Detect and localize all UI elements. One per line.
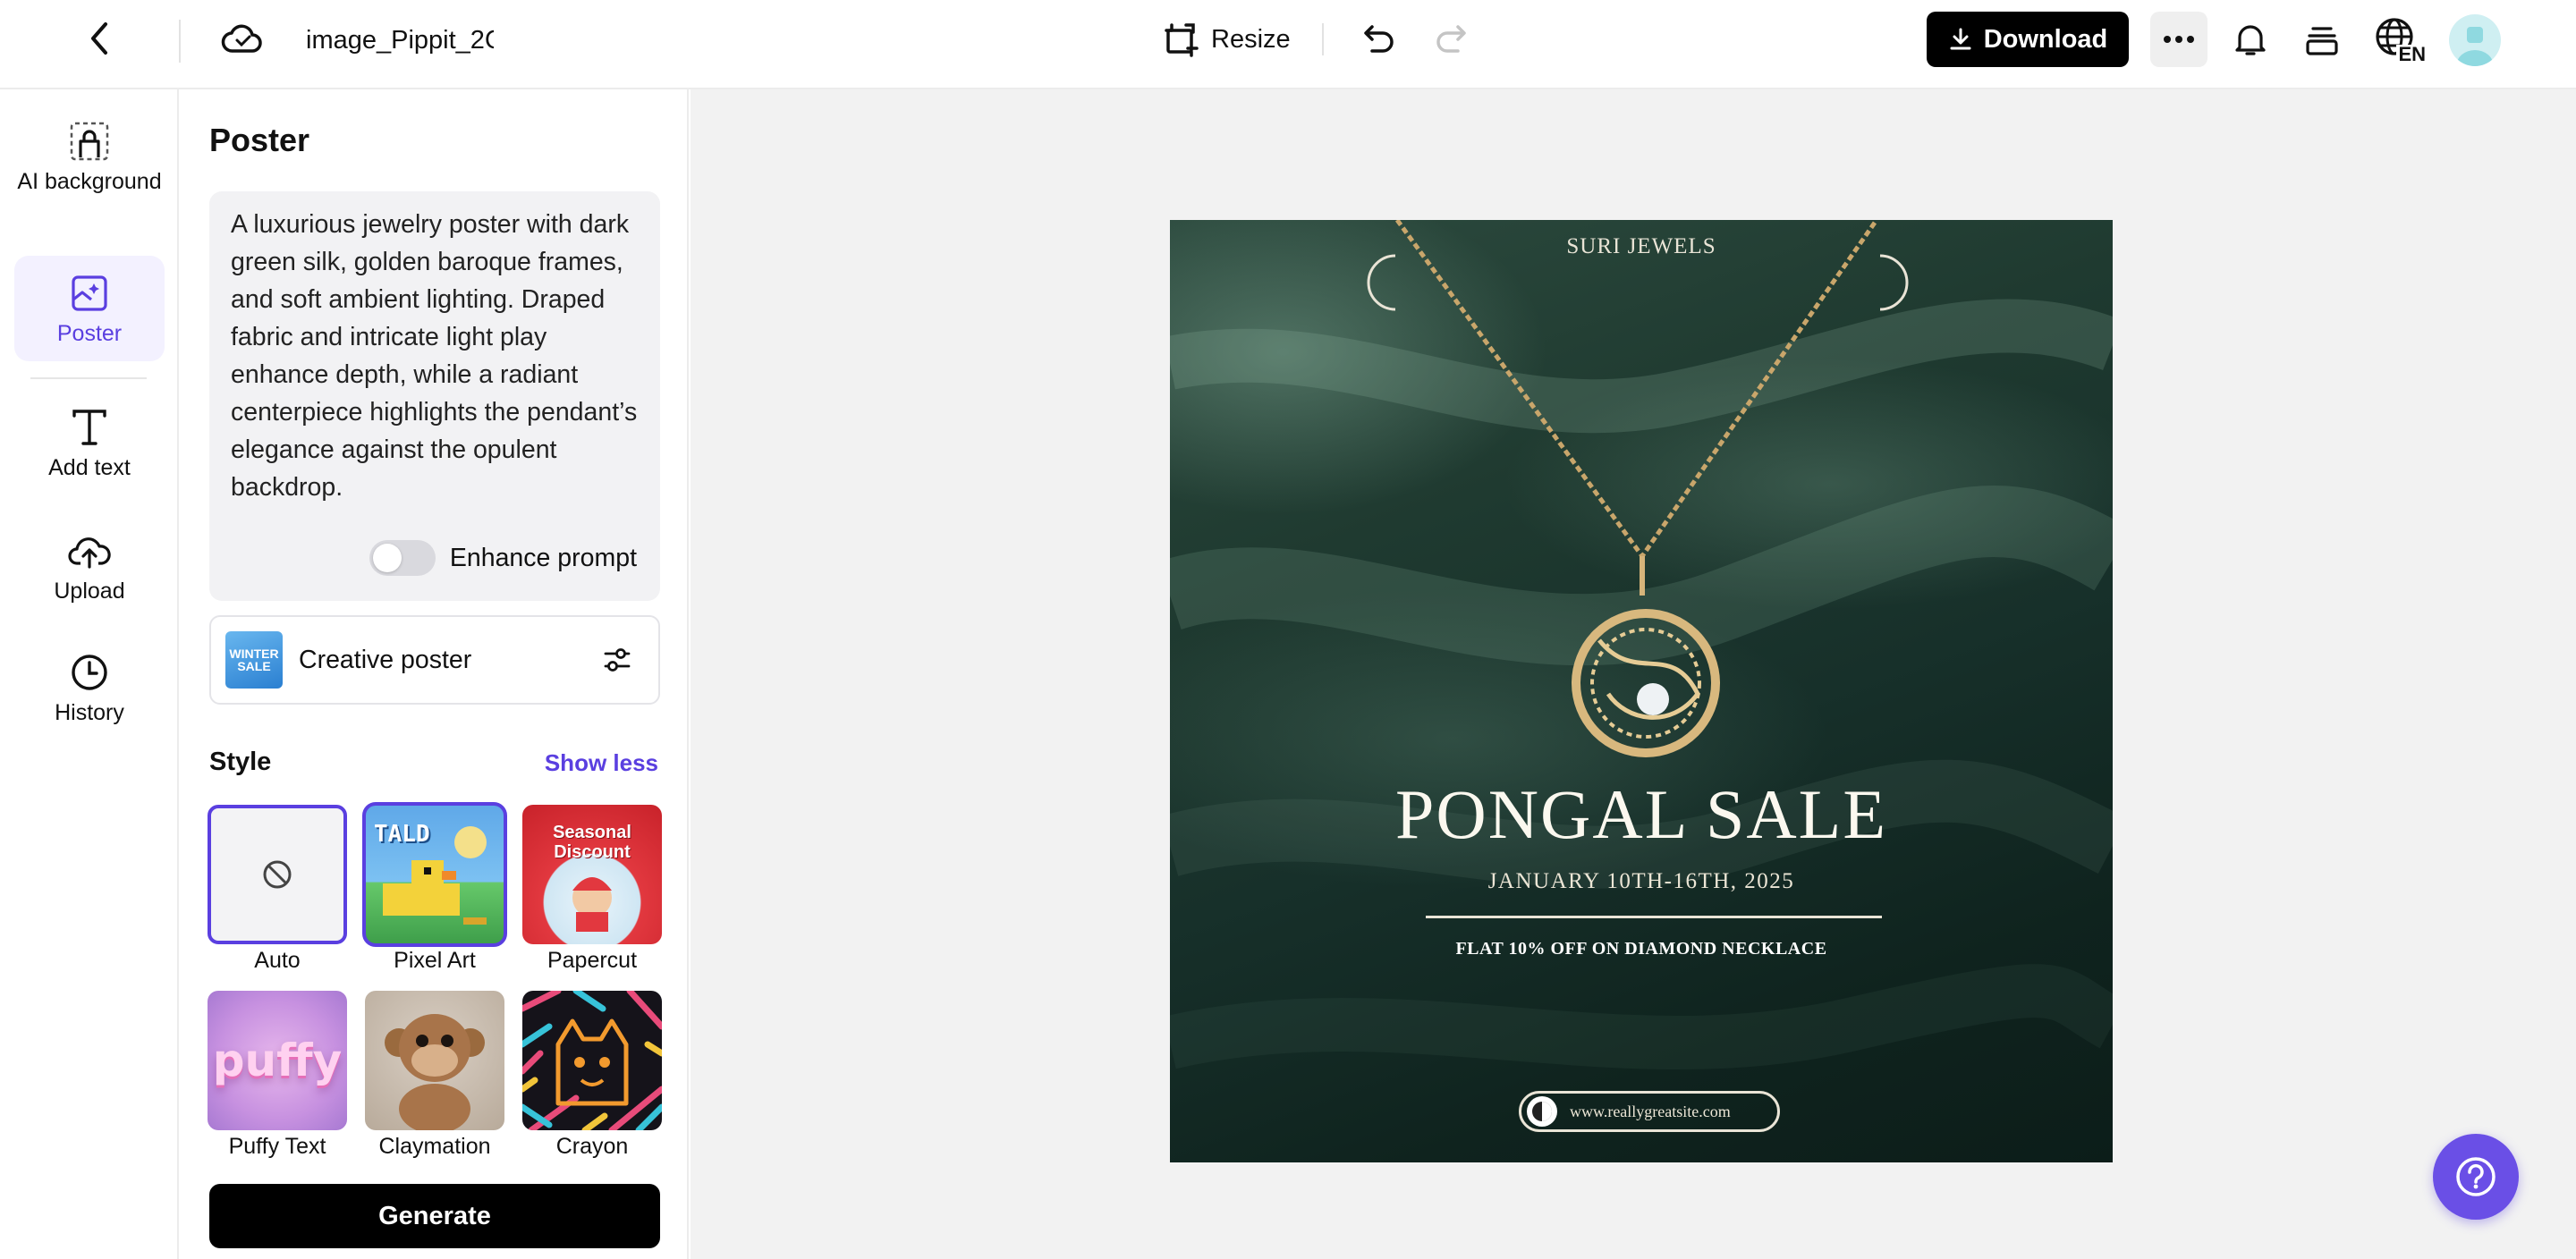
chevron-left-icon bbox=[91, 22, 107, 55]
clay-monkey-illustration bbox=[385, 1014, 485, 1130]
poster-url-pill: www.reallygreatsite.com bbox=[1519, 1091, 1780, 1132]
document-title[interactable]: image_Pippit_2C bbox=[306, 20, 494, 61]
style-thumbnail: Seasonal Discount bbox=[522, 805, 662, 944]
style-label: Pixel Art bbox=[394, 948, 476, 973]
creative-poster-thumbnail: WINTER SALE bbox=[225, 631, 283, 689]
puffy-thumb-text: puffy bbox=[212, 1035, 343, 1086]
panel-title: Poster bbox=[209, 122, 310, 158]
style-section-title: Style bbox=[209, 748, 272, 776]
style-thumbnail bbox=[522, 991, 662, 1130]
poster-type-selector[interactable]: WINTER SALE Creative poster bbox=[209, 615, 660, 705]
style-thumbnail: puffy bbox=[208, 991, 347, 1130]
help-button[interactable] bbox=[2433, 1134, 2519, 1220]
cloud-sync-button[interactable] bbox=[215, 16, 268, 61]
ai-background-icon bbox=[66, 118, 113, 165]
style-option-auto[interactable]: Auto bbox=[208, 805, 347, 974]
cloud-sync-icon bbox=[221, 24, 262, 53]
necklace-image bbox=[1367, 220, 1909, 757]
sidebar-item-poster[interactable]: Poster bbox=[14, 256, 165, 361]
toolbar-divider bbox=[1322, 23, 1324, 55]
more-options-button[interactable] bbox=[2150, 12, 2207, 67]
enhance-prompt-row: Enhance prompt bbox=[369, 540, 637, 576]
left-rail: AI background Poster Add text Upload His… bbox=[0, 89, 179, 1259]
sidebar-item-add-text[interactable]: Add text bbox=[14, 404, 165, 494]
question-mark-icon bbox=[2456, 1157, 2496, 1196]
language-button[interactable]: EN bbox=[2368, 14, 2431, 64]
download-button[interactable]: Download bbox=[1927, 12, 2129, 67]
prompt-textarea[interactable]: A luxurious jewelry poster with dark gre… bbox=[209, 191, 660, 601]
style-option-puffy-text[interactable]: puffy Puffy Text bbox=[208, 991, 347, 1160]
poster-brand: SURI JEWELS bbox=[1566, 234, 1716, 258]
undo-button[interactable] bbox=[1356, 16, 1402, 63]
redo-icon bbox=[1436, 25, 1466, 53]
avatar[interactable] bbox=[2449, 14, 2501, 66]
stack-icon bbox=[2306, 27, 2338, 55]
style-option-papercut[interactable]: Seasonal Discount Papercut bbox=[522, 805, 662, 974]
no-style-icon bbox=[263, 860, 292, 889]
rail-divider bbox=[30, 377, 147, 379]
papercut-thumb-text: Seasonal Discount bbox=[553, 823, 631, 862]
resize-label: Resize bbox=[1211, 24, 1291, 54]
sidebar-item-label: Upload bbox=[54, 579, 125, 604]
download-label: Download bbox=[1983, 24, 2108, 54]
sidebar-item-label: Add text bbox=[48, 455, 131, 480]
sidebar-item-label: History bbox=[55, 700, 124, 725]
style-label: Crayon bbox=[555, 1134, 629, 1159]
poster-headline: PONGAL SALE bbox=[1395, 775, 1887, 853]
sidebar-item-history[interactable]: History bbox=[14, 649, 165, 739]
poster-canvas[interactable]: SURI JEWELS PONGAL SALE JANUARY 10TH-16T… bbox=[1170, 220, 2113, 1162]
style-label: Claymation bbox=[378, 1134, 491, 1159]
sidebar-item-label: AI background bbox=[17, 169, 162, 194]
style-label: Papercut bbox=[547, 948, 638, 973]
style-option-claymation[interactable]: Claymation bbox=[365, 991, 504, 1160]
style-option-crayon[interactable]: Crayon bbox=[522, 991, 662, 1160]
pixel-art-thumb-text: TALD bbox=[374, 821, 430, 848]
generate-label: Generate bbox=[378, 1201, 491, 1230]
toolbar-divider bbox=[179, 20, 181, 63]
history-icon bbox=[66, 649, 113, 696]
poster-offer: FLAT 10% OFF ON DIAMOND NECKLACE bbox=[1455, 939, 1827, 959]
upload-icon bbox=[66, 528, 113, 574]
back-button[interactable] bbox=[77, 16, 122, 61]
style-option-pixel-art[interactable]: TALD Pixel Art bbox=[362, 802, 507, 974]
poster-dates: JANUARY 10TH-16TH, 2025 bbox=[1487, 869, 1795, 893]
poster-icon bbox=[66, 270, 113, 317]
enhance-prompt-label: Enhance prompt bbox=[449, 543, 637, 572]
notifications-button[interactable] bbox=[2227, 16, 2274, 63]
more-horizontal-icon bbox=[2164, 36, 2194, 43]
layers-button[interactable] bbox=[2299, 16, 2345, 63]
prompt-text[interactable]: A luxurious jewelry poster with dark gre… bbox=[231, 206, 648, 506]
style-thumbnail: TALD bbox=[362, 802, 507, 947]
poster-url: www.reallygreatsite.com bbox=[1570, 1102, 1731, 1120]
resize-button[interactable]: Resize bbox=[1154, 14, 1300, 64]
crayon-cat-illustration bbox=[522, 991, 662, 1130]
bell-icon bbox=[2235, 25, 2266, 55]
user-avatar-icon bbox=[2456, 27, 2494, 66]
sidebar-item-label: Poster bbox=[56, 320, 123, 346]
poster-panel: Poster A luxurious jewelry poster with d… bbox=[181, 89, 689, 1259]
poster-divider bbox=[1426, 916, 1882, 918]
canvas-area[interactable]: SURI JEWELS PONGAL SALE JANUARY 10TH-16T… bbox=[691, 89, 2576, 1259]
top-bar: image_Pippit_2C Resize Download EN bbox=[0, 0, 2576, 89]
download-icon bbox=[1950, 28, 1971, 50]
style-thumbnail bbox=[208, 805, 347, 944]
toggle-knob bbox=[372, 544, 402, 572]
style-thumbnail bbox=[365, 991, 504, 1130]
redo-button[interactable] bbox=[1428, 16, 1474, 63]
style-label: Puffy Text bbox=[228, 1134, 326, 1159]
generate-button[interactable]: Generate bbox=[209, 1184, 660, 1248]
text-icon bbox=[66, 404, 113, 451]
sidebar-item-ai-background[interactable]: AI background bbox=[14, 118, 165, 225]
language-code: EN bbox=[2396, 43, 2428, 65]
undo-icon bbox=[1364, 25, 1394, 53]
enhance-prompt-toggle[interactable] bbox=[369, 540, 436, 576]
show-less-link[interactable]: Show less bbox=[545, 749, 658, 777]
creative-poster-label: Creative poster bbox=[299, 645, 472, 674]
sidebar-item-upload[interactable]: Upload bbox=[14, 528, 165, 617]
resize-icon bbox=[1165, 23, 1199, 57]
sliders-icon bbox=[604, 648, 631, 672]
settings-sliders-button[interactable] bbox=[592, 635, 642, 685]
website-logo-icon bbox=[1527, 1096, 1557, 1127]
style-label: Auto bbox=[254, 948, 301, 973]
